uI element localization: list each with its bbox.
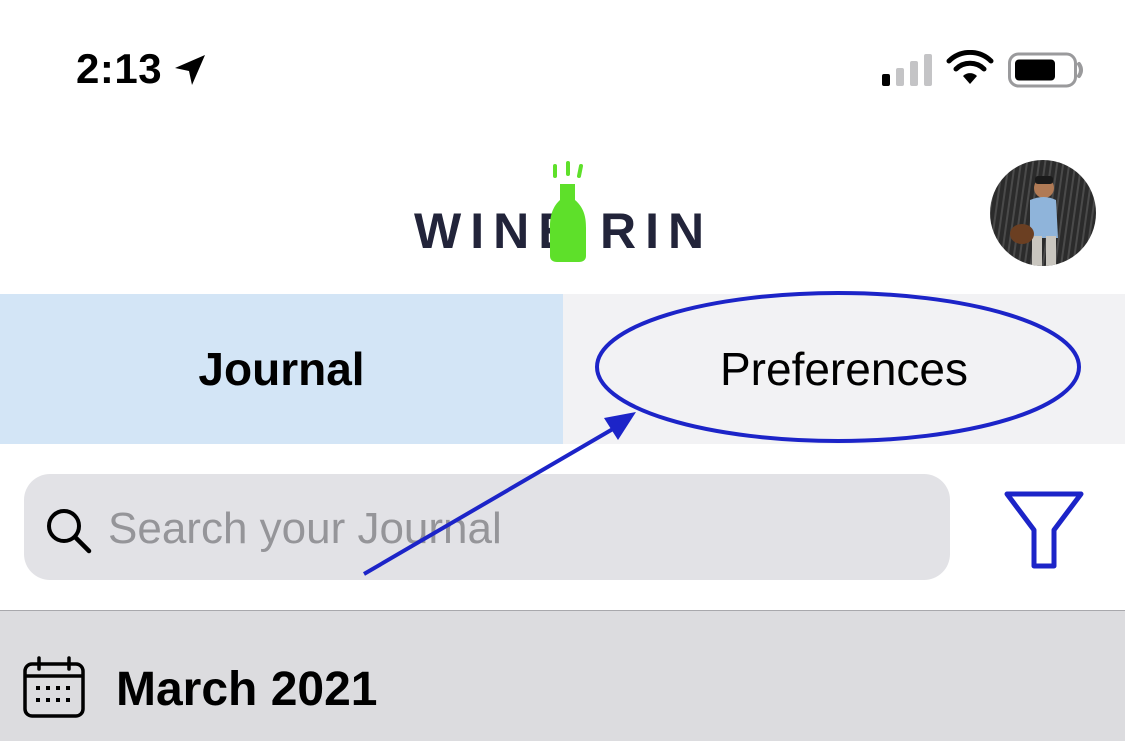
status-time: 2:13 (76, 45, 163, 92)
tab-journal[interactable]: Journal (0, 294, 563, 444)
logo-text-ring: RING (600, 203, 714, 259)
wine-bottle-icon (549, 161, 587, 262)
user-avatar[interactable] (990, 160, 1096, 266)
filter-icon[interactable] (1002, 490, 1086, 570)
tab-bar: Journal Preferences (0, 294, 1125, 444)
search-icon (47, 509, 92, 554)
wifi-icon (946, 50, 994, 84)
avatar-photo (990, 160, 1096, 266)
search-input[interactable] (108, 498, 928, 560)
cellular-signal-icon (882, 54, 932, 86)
calendar-icon (23, 656, 85, 718)
month-heading: March 2021 (116, 663, 378, 716)
tab-journal-label: Journal (198, 343, 365, 395)
tab-preferences[interactable]: Preferences (563, 294, 1125, 444)
status-bar: 2:13 (0, 0, 1125, 130)
location-arrow-icon (175, 55, 205, 85)
tab-preferences-label: Preferences (719, 343, 968, 395)
wine-ring-logo: WINE RING (414, 161, 714, 262)
battery-icon (1008, 52, 1083, 88)
